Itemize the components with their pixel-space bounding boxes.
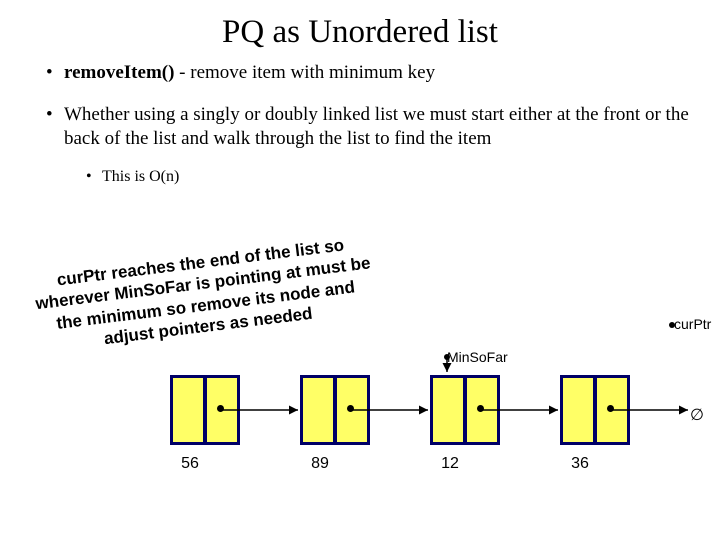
bullet-list: • removeItem() - remove item with minimu… [0,61,720,186]
bullet-dot: • [46,103,64,151]
label-minsofar: MinSoFar [447,349,508,365]
bullet-dot: • [46,61,64,85]
null-terminator: ∅ [690,405,704,425]
removeitem-rest: - remove item with minimum key [174,62,435,83]
bullet-dot: • [86,168,102,186]
list-node [430,375,500,445]
linked-list-diagram: 56 89 12 36 [170,375,690,505]
node-value: 56 [170,455,210,473]
callout-note: curPtr reaches the end of the list so wh… [20,226,389,362]
label-curptr: curPtr [674,316,711,332]
list-node [300,375,370,445]
node-value: 36 [560,455,600,473]
list-node [560,375,630,445]
removeitem-strong: removeItem() [64,62,174,83]
subbullet-complexity: • This is O(n) [86,168,690,186]
bullet-removeitem: • removeItem() - remove item with minimu… [46,61,690,85]
bullet-whether: • Whether using a singly or doubly linke… [46,103,690,151]
slide-title: PQ as Unordered list [0,0,720,61]
list-node [170,375,240,445]
node-value: 89 [300,455,340,473]
node-value: 12 [430,455,470,473]
